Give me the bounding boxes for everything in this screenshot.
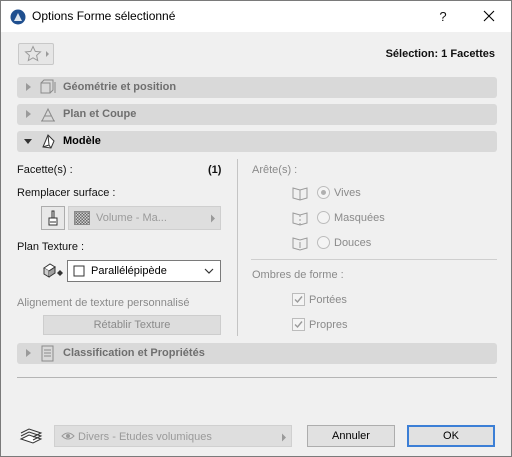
custom-alignment-label: Alignement de texture personnalisé xyxy=(17,297,190,309)
chevron-right-icon xyxy=(282,433,286,442)
edges-masquees-radio[interactable] xyxy=(317,211,330,224)
shadows-portees-label: Portées xyxy=(309,294,347,306)
cube-icon xyxy=(73,265,85,277)
chevron-right-icon xyxy=(211,214,215,223)
chevron-down-icon xyxy=(204,268,214,274)
facets-count: (1) xyxy=(208,164,222,176)
footer-divider xyxy=(17,377,497,378)
shadows-propres-checkbox[interactable] xyxy=(292,318,305,331)
selection-count: Sélection: 1 Facettes xyxy=(385,48,495,60)
panel-model-label: Modèle xyxy=(63,135,101,147)
window-title: Options Forme sélectionné xyxy=(32,9,176,23)
plan-section-icon xyxy=(41,107,55,122)
paint-brush-icon xyxy=(48,210,58,226)
shadows-label: Ombres de forme : xyxy=(252,269,344,281)
texture-plan-label: Plan Texture : xyxy=(17,241,85,253)
panel-plan-label: Plan et Coupe xyxy=(63,108,137,120)
ok-button[interactable]: OK xyxy=(407,425,495,447)
close-icon xyxy=(483,10,495,22)
help-button[interactable]: ? xyxy=(425,1,461,32)
edge-hidden-icon xyxy=(292,212,308,226)
geometry-icon xyxy=(40,79,56,94)
edge-smooth-icon xyxy=(292,237,308,251)
checkmark-icon xyxy=(294,296,303,304)
model-icon xyxy=(42,134,55,149)
panel-plan-header[interactable]: Plan et Coupe xyxy=(17,104,497,125)
close-button[interactable] xyxy=(469,1,509,32)
column-divider xyxy=(237,159,238,336)
title-bar: Options Forme sélectionné ? xyxy=(1,1,511,32)
chevron-down-icon xyxy=(24,139,32,144)
layers-icon xyxy=(19,428,43,444)
material-swatch-icon xyxy=(74,211,90,225)
panel-geometry-header[interactable]: Géométrie et position xyxy=(17,77,497,98)
layer-value: Divers - Etudes volumiques xyxy=(78,431,212,443)
shadows-propres-label: Propres xyxy=(309,319,348,331)
surface-material-value: Volume - Ma... xyxy=(96,212,167,224)
options-dialog: Options Forme sélectionné ? Sélection: 1… xyxy=(0,0,512,457)
edges-douces-radio[interactable] xyxy=(317,236,330,249)
panel-classification-header[interactable]: Classification et Propriétés xyxy=(17,343,497,364)
texture-plan-value: Parallélépipède xyxy=(91,265,167,277)
star-icon xyxy=(24,45,49,62)
texture-mapping-icon xyxy=(43,263,63,278)
checkmark-icon xyxy=(294,321,303,329)
eye-icon xyxy=(61,432,75,440)
panel-geometry-label: Géométrie et position xyxy=(63,81,177,93)
archicad-app-icon xyxy=(10,9,26,25)
chevron-right-icon xyxy=(26,83,31,91)
chevron-right-icon xyxy=(26,110,31,118)
shadows-portees-checkbox[interactable] xyxy=(292,293,305,306)
edges-vives-radio[interactable] xyxy=(317,186,330,199)
texture-plan-select[interactable]: Parallélépipède xyxy=(67,260,221,282)
properties-list-icon xyxy=(41,345,54,362)
right-column-divider xyxy=(251,259,497,260)
edges-label: Arête(s) : xyxy=(252,164,298,176)
surface-override-toggle[interactable] xyxy=(41,206,65,230)
edges-vives-label: Vives xyxy=(334,187,361,199)
chevron-right-icon xyxy=(26,349,31,357)
surface-material-popup[interactable]: Volume - Ma... xyxy=(68,206,221,230)
favorites-button[interactable] xyxy=(18,43,54,65)
panel-classification-label: Classification et Propriétés xyxy=(63,347,205,359)
reset-texture-button[interactable]: Rétablir Texture xyxy=(43,315,221,335)
panel-model-header[interactable]: Modèle xyxy=(17,131,497,152)
facets-label: Facette(s) : xyxy=(17,164,73,176)
edges-masquees-label: Masquées xyxy=(334,212,385,224)
edge-sharp-icon xyxy=(292,187,308,201)
cancel-button[interactable]: Annuler xyxy=(307,425,395,447)
edges-douces-label: Douces xyxy=(334,237,372,249)
layer-popup[interactable]: Divers - Etudes volumiques xyxy=(54,425,292,447)
replace-surface-label: Remplacer surface : xyxy=(17,187,116,199)
